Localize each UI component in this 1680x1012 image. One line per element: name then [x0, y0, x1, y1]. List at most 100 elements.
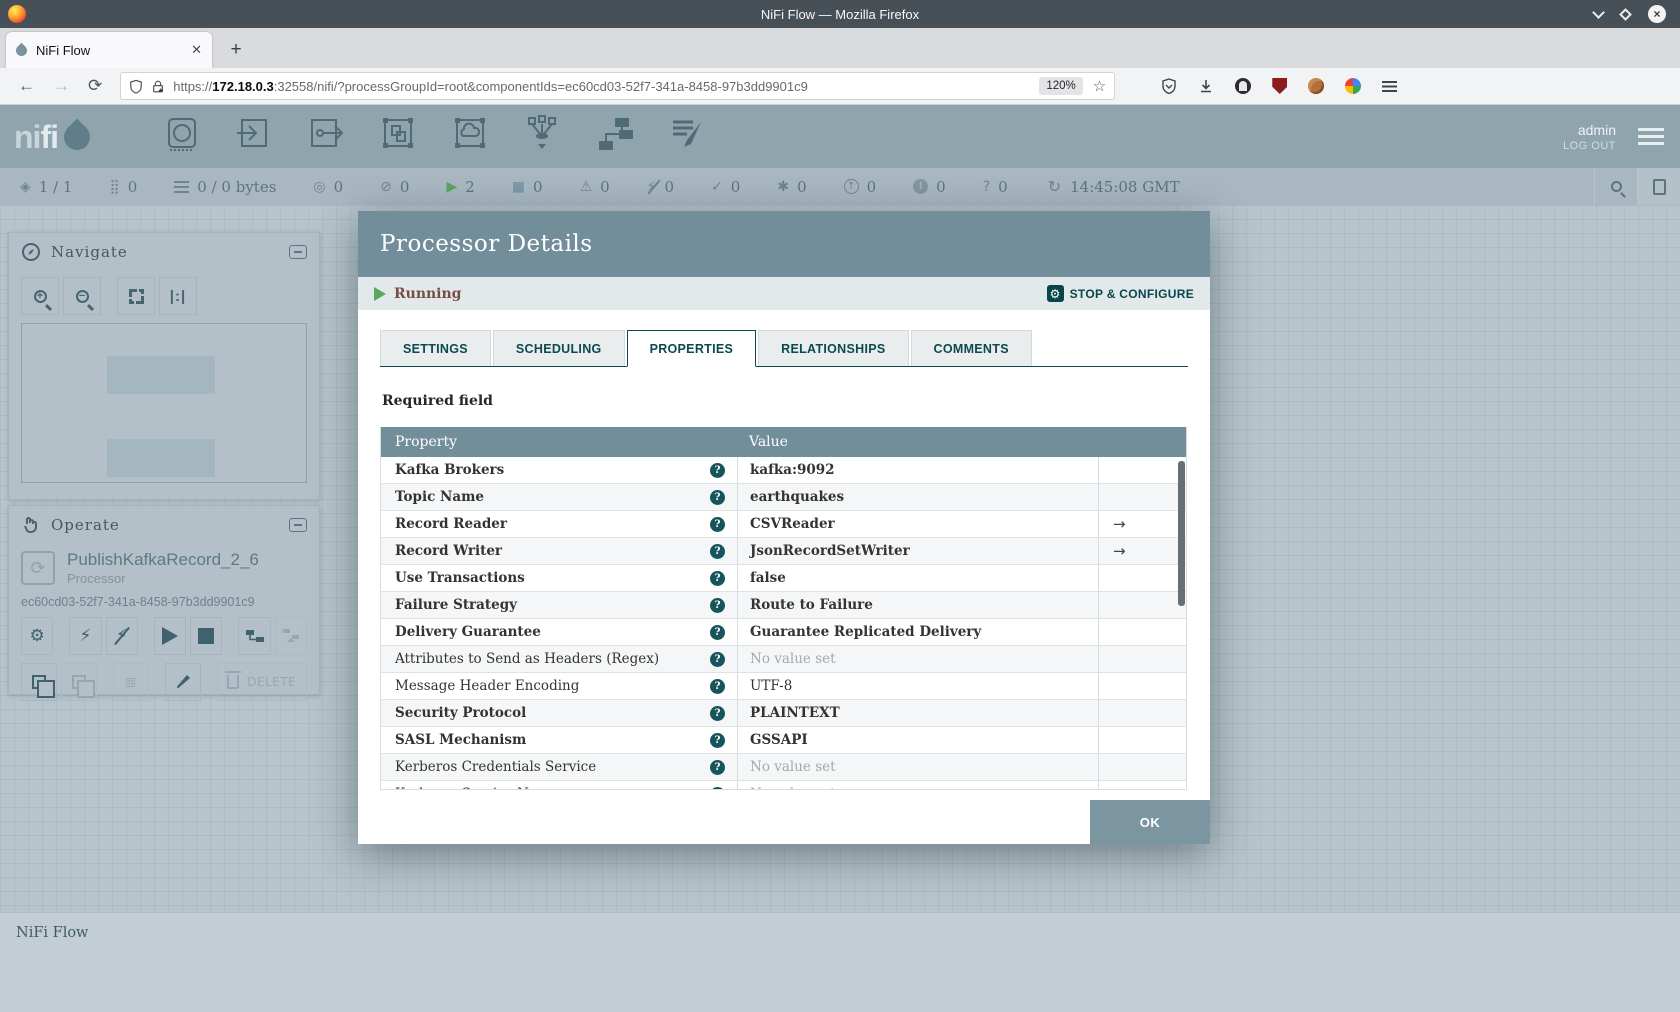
property-value[interactable]: CSVReader — [750, 516, 835, 532]
collapse-navigate-icon[interactable] — [289, 245, 307, 259]
group-button[interactable]: ⧈ — [112, 663, 149, 701]
upload-template-button[interactable] — [274, 617, 307, 655]
stop-button[interactable] — [190, 617, 223, 655]
help-icon[interactable]: ? — [710, 462, 725, 478]
help-icon[interactable]: ? — [710, 732, 725, 748]
new-tab-button[interactable]: + — [222, 36, 250, 64]
property-value[interactable]: Guarantee Replicated Delivery — [750, 624, 981, 640]
breadcrumb[interactable]: NiFi Flow — [16, 925, 88, 941]
property-value[interactable]: GSSAPI — [750, 732, 808, 748]
ok-button[interactable]: OK — [1090, 800, 1210, 844]
birdseye-minimap[interactable] — [21, 323, 307, 483]
search-button[interactable] — [1595, 181, 1637, 192]
tab-close-icon[interactable]: ✕ — [191, 42, 202, 58]
cookie-extension-icon[interactable] — [1308, 78, 1325, 94]
property-row[interactable]: Kafka Brokers? kafka:9092 — [381, 457, 1186, 484]
help-icon[interactable]: ? — [710, 516, 725, 532]
help-icon[interactable]: ? — [710, 543, 725, 559]
close-window-icon[interactable]: × — [1648, 5, 1666, 23]
output-port-icon[interactable] — [305, 114, 347, 159]
help-icon[interactable]: ? — [710, 597, 725, 613]
property-row[interactable]: Attributes to Send as Headers (Regex)? No… — [381, 646, 1186, 673]
help-icon[interactable]: ? — [710, 489, 725, 505]
bulletin-board-button[interactable] — [1638, 168, 1680, 205]
property-value[interactable]: kafka:9092 — [750, 462, 835, 478]
paste-button[interactable] — [60, 663, 97, 701]
property-row[interactable]: Record Reader? CSVReader → — [381, 511, 1186, 538]
stop-and-configure-button[interactable]: ⚙ STOP & CONFIGURE — [1046, 285, 1194, 302]
lock-warning-icon[interactable] — [151, 79, 165, 94]
property-value[interactable]: No value set — [750, 651, 836, 667]
tab-comments[interactable]: COMMENTS — [910, 330, 1032, 366]
refresh-icon[interactable]: ↻ — [1048, 177, 1061, 196]
maximize-icon[interactable] — [1619, 7, 1632, 21]
help-icon[interactable]: ? — [710, 624, 725, 640]
global-menu-icon[interactable] — [1638, 128, 1664, 145]
copy-button[interactable] — [21, 663, 57, 701]
help-icon[interactable]: ? — [710, 678, 725, 694]
ublock-extension-icon[interactable] — [1272, 78, 1288, 94]
property-value[interactable]: No value set — [750, 759, 836, 775]
pocket-icon[interactable] — [1161, 78, 1177, 94]
label-icon[interactable] — [665, 114, 707, 159]
property-row[interactable]: SASL Mechanism? GSSAPI — [381, 727, 1186, 754]
zoom-fit-button[interactable] — [117, 277, 155, 315]
zoom-in-button[interactable]: + — [21, 277, 59, 315]
configure-button[interactable]: ⚙ — [21, 617, 54, 655]
extension-privacy-icon[interactable] — [1235, 78, 1252, 94]
property-row[interactable]: Security Protocol? PLAINTEXT — [381, 700, 1186, 727]
forward-button[interactable]: → — [53, 76, 70, 96]
help-icon[interactable]: ? — [710, 570, 725, 586]
zoom-out-button[interactable]: − — [63, 277, 101, 315]
reload-button[interactable]: ⟳ — [88, 76, 102, 96]
back-button[interactable]: ← — [18, 76, 35, 96]
processor-icon[interactable] — [161, 114, 203, 159]
goto-service-icon[interactable]: → — [1113, 542, 1126, 560]
property-row[interactable]: Message Header Encoding? UTF-8 — [381, 673, 1186, 700]
property-row[interactable]: Delivery Guarantee? Guarantee Replicated … — [381, 619, 1186, 646]
input-port-icon[interactable] — [233, 114, 275, 159]
collapse-operate-icon[interactable] — [289, 518, 307, 532]
start-button[interactable] — [153, 617, 187, 655]
help-icon[interactable]: ? — [710, 651, 725, 667]
bookmark-star-icon[interactable]: ☆ — [1093, 77, 1106, 95]
funnel-icon[interactable] — [521, 114, 563, 159]
save-template-button[interactable] — [238, 617, 271, 655]
disable-button[interactable]: ⚡ — [105, 617, 138, 655]
property-row[interactable]: Record Writer? JsonRecordSetWriter → — [381, 538, 1186, 565]
menu-hamburger-icon[interactable] — [1382, 80, 1398, 92]
property-row[interactable]: Kerberos Service Name? No value set — [381, 781, 1186, 789]
url-field[interactable]: https://172.18.0.3:32558/nifi/?processGr… — [120, 72, 1116, 100]
help-icon[interactable]: ? — [710, 705, 725, 721]
tab-scheduling[interactable]: SCHEDULING — [492, 330, 625, 366]
property-value[interactable]: earthquakes — [750, 489, 844, 505]
tab-settings[interactable]: SETTINGS — [380, 330, 491, 366]
remote-process-group-icon[interactable] — [449, 114, 491, 159]
tracking-shield-icon[interactable] — [129, 79, 143, 94]
property-row[interactable]: Use Transactions? false — [381, 565, 1186, 592]
property-row[interactable]: Topic Name? earthquakes — [381, 484, 1186, 511]
process-group-icon[interactable] — [377, 114, 419, 159]
extension-colorful-icon[interactable] — [1345, 78, 1362, 94]
template-icon[interactable] — [593, 114, 635, 159]
delete-button[interactable]: DELETE — [216, 663, 307, 701]
zoom-actual-size-button[interactable]: |:| — [159, 277, 197, 315]
change-color-button[interactable] — [164, 663, 201, 701]
help-icon[interactable]: ? — [710, 759, 725, 775]
property-value[interactable]: PLAINTEXT — [750, 705, 840, 721]
property-value[interactable]: JsonRecordSetWriter — [750, 543, 910, 559]
browser-tab[interactable]: NiFi Flow ✕ — [6, 32, 212, 68]
help-icon[interactable]: ? — [710, 786, 725, 789]
goto-service-icon[interactable]: → — [1113, 515, 1126, 533]
downloads-icon[interactable] — [1198, 78, 1214, 94]
enable-button[interactable]: ⚡ — [69, 617, 102, 655]
minimize-icon[interactable] — [1592, 5, 1605, 19]
property-value[interactable]: UTF-8 — [750, 678, 792, 694]
property-row[interactable]: Failure Strategy? Route to Failure — [381, 592, 1186, 619]
table-scrollbar[interactable] — [1178, 461, 1185, 606]
property-value[interactable]: No value set — [750, 786, 836, 789]
logout-link[interactable]: LOG OUT — [1563, 140, 1616, 152]
zoom-level-badge[interactable]: 120% — [1039, 77, 1083, 95]
tab-properties[interactable]: PROPERTIES — [626, 330, 757, 367]
property-value[interactable]: Route to Failure — [750, 597, 873, 613]
